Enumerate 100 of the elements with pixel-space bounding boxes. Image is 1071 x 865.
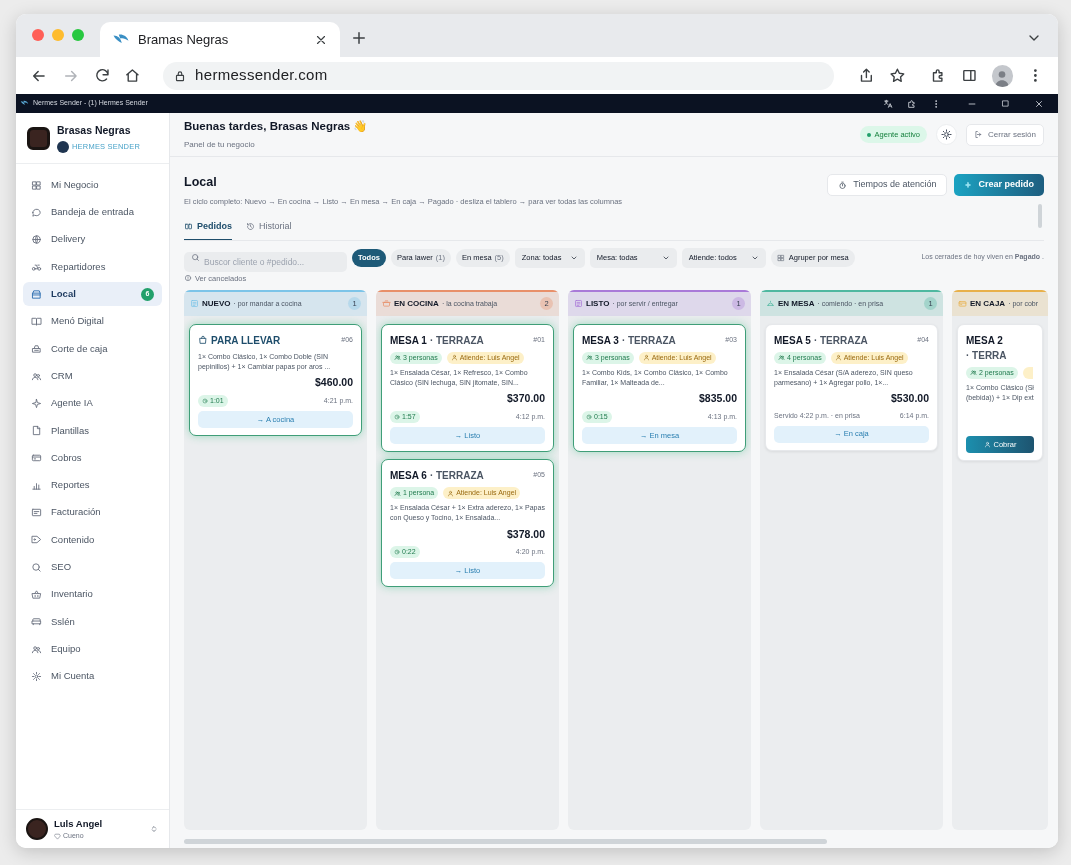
storefront-icon	[31, 288, 42, 300]
order-total: $460.00	[315, 375, 353, 391]
theme-toggle-button[interactable]	[936, 124, 957, 145]
basket-icon	[31, 588, 42, 600]
sidebar-item-label: SEO	[51, 560, 73, 575]
sidebar-item[interactable]: Repartidores	[23, 254, 162, 279]
vertical-scrollbar[interactable]	[1038, 204, 1042, 228]
order-total: $835.00	[699, 391, 737, 407]
sidebar-item[interactable]: Facturación	[23, 500, 162, 525]
shopping-bag-icon	[198, 335, 208, 346]
section-title: Local	[184, 174, 218, 191]
create-order-button[interactable]: Crear pedido	[954, 174, 1044, 196]
order-zone: · TERRAZA	[813, 333, 868, 348]
order-total: $530.00	[891, 391, 929, 407]
service-times-button[interactable]: Tiempos de atención	[827, 174, 948, 196]
bird-logo-icon	[20, 99, 29, 108]
book-icon	[31, 316, 42, 327]
sidebar-item[interactable]: Inventario	[23, 582, 162, 607]
history-icon	[246, 222, 255, 232]
sidebar-item[interactable]: Mi Cuenta	[23, 664, 162, 689]
list-icon	[190, 299, 199, 309]
sidebar-item-label: Corte de caja	[51, 341, 109, 356]
clock-icon	[202, 398, 208, 405]
globe-icon	[31, 234, 42, 246]
browser-tab[interactable]: Bramas Negras	[100, 22, 340, 57]
home-icon[interactable]	[124, 67, 142, 84]
sidebar-item[interactable]: SEO	[23, 555, 162, 580]
tab[interactable]: Pedidos	[184, 220, 232, 240]
sparkle-icon	[964, 181, 973, 189]
brand-name: Brasas Negras	[57, 123, 132, 139]
brand-logo	[27, 126, 50, 150]
sidebar-item-label: Local	[51, 287, 77, 302]
sidebar-item[interactable]: Mi Negocio	[23, 173, 162, 197]
user-avatar	[26, 818, 48, 840]
users-icon	[31, 643, 42, 655]
sidebar-item-label: Inventario	[51, 587, 94, 602]
side-panel-icon[interactable]	[960, 67, 978, 84]
sidebar-item[interactable]: Delivery	[23, 227, 162, 252]
sidebar-item[interactable]: Cobros	[23, 445, 162, 470]
people-icon	[394, 354, 401, 362]
sidebar-item-label: Sslén	[51, 614, 76, 629]
logout-button[interactable]: Cerrar sesión	[966, 123, 1044, 146]
horizontal-scrollbar[interactable]	[184, 838, 827, 844]
logout-icon	[974, 130, 983, 139]
url-text: hermessender.com	[195, 65, 328, 86]
sidebar-item[interactable]: Plantillas	[23, 418, 162, 443]
tag-icon	[31, 534, 42, 546]
sidebar-item[interactable]: Bandeja de entrada	[23, 200, 162, 225]
column-title: EN COCINA	[394, 297, 439, 310]
order-zone: · TERRAZA	[429, 469, 484, 484]
sidebar-item-label: Bandeja de entrada	[51, 205, 135, 220]
maximize-icon[interactable]	[1001, 99, 1010, 108]
puzzle-icon[interactable]	[907, 98, 917, 109]
sidebar-item[interactable]: Menó Digital	[23, 309, 162, 334]
document-icon	[31, 425, 42, 437]
sidebar-item[interactable]: Reportes	[23, 473, 162, 498]
sidebar-item[interactable]: Corte de caja	[23, 336, 162, 361]
person-icon	[834, 354, 842, 362]
tab-title: Bramas Negras	[138, 30, 230, 49]
tray-icon	[574, 299, 583, 309]
sidebar-item[interactable]: CRM	[23, 364, 162, 389]
sidebar-item-label: Agente IA	[51, 396, 94, 411]
new-tab-plus-icon[interactable]	[350, 29, 368, 47]
sidebar-item-label: Mi Negocio	[51, 177, 100, 192]
order-title: MESA 2	[966, 333, 1003, 348]
sidebar-item[interactable]: Contenido	[23, 527, 162, 552]
column-title: LISTO	[586, 297, 610, 310]
sidebar-item[interactable]: Equipo	[23, 637, 162, 662]
search-field[interactable]: Buscor cliente o #pedido...	[184, 251, 347, 272]
translate-icon[interactable]	[883, 98, 893, 109]
sidebar-item-label: CRM	[51, 368, 74, 383]
profile-avatar[interactable]	[991, 64, 1014, 87]
sidebar-item-label: Repartidores	[51, 259, 107, 274]
sidebar-item-label: Equipo	[51, 641, 82, 656]
close-icon[interactable]	[1034, 98, 1044, 109]
sparkle-icon	[31, 397, 42, 409]
sidebar-item[interactable]: Agente IA	[23, 391, 162, 416]
people-icon	[394, 489, 401, 497]
order-zone: · TERRAZA	[621, 333, 676, 348]
sidebar-item-label: Plantillas	[51, 423, 91, 438]
clock-icon	[586, 414, 592, 421]
card-icon	[31, 452, 42, 464]
column-title: EN MESA	[778, 297, 815, 310]
person-icon	[642, 354, 650, 362]
sofa-icon	[31, 616, 42, 628]
reload-icon[interactable]	[93, 67, 111, 84]
sidebar-item[interactable]: Sslén	[23, 609, 162, 634]
hermes-logo	[57, 140, 69, 153]
column-title: EN CAJA	[970, 297, 1006, 310]
sidebar-item-label: Contenido	[51, 532, 96, 547]
columns-icon	[184, 222, 193, 232]
order-title: MESA 6	[390, 469, 427, 484]
info-circle-icon	[184, 274, 192, 283]
search-icon	[31, 561, 42, 573]
user-name: Luls Angel	[54, 816, 104, 831]
order-title: MESA 3	[582, 333, 619, 348]
page-subtitle: Panel de tu negocio	[184, 138, 256, 151]
star-icon[interactable]	[889, 67, 906, 84]
address-bar[interactable]: hermessender.com	[163, 61, 835, 90]
tab[interactable]: Historial	[246, 220, 292, 240]
